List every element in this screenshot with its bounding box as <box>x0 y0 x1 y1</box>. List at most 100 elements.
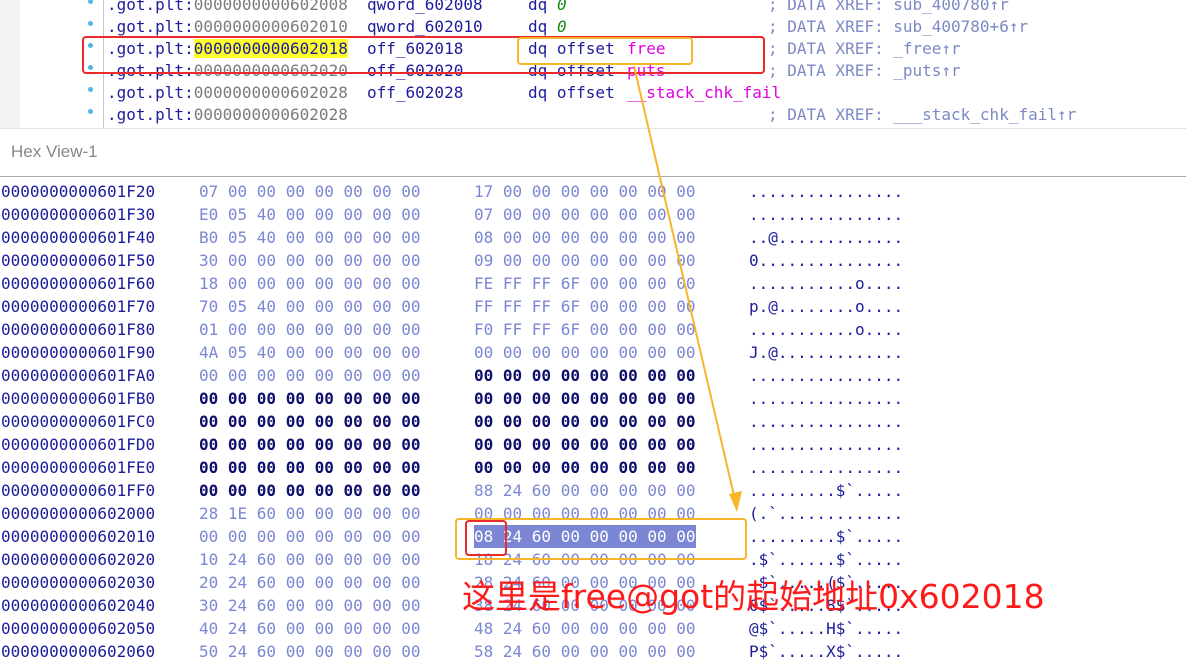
hex-address: 0000000000601FB0 <box>1 389 156 408</box>
hex-row[interactable]: 0000000000602060 50 24 60 00 00 00 00 00 5… <box>0 640 1186 663</box>
hex-address: 0000000000601F80 <box>1 320 156 339</box>
hex-address: 0000000000601FC0 <box>1 412 156 431</box>
hex-address: 0000000000601F30 <box>1 205 156 224</box>
disasm-line[interactable]: .got.plt:0000000000602028 ; DATA XREF: __… <box>0 104 1186 126</box>
hex-row[interactable]: 0000000000601F90 4A 05 40 00 00 00 00 00 0… <box>0 341 1186 364</box>
hex-bytes-low[interactable]: 70 05 40 00 00 00 00 00 <box>199 295 421 318</box>
xref-comment[interactable]: ; DATA XREF: sub_400780↑r <box>768 0 1009 16</box>
disasm-line[interactable]: .got.plt:0000000000602008 qword_602008 dq 0… <box>0 0 1186 16</box>
xref-comment[interactable]: ; DATA XREF: _puts↑r <box>768 60 961 82</box>
hex-row[interactable]: 0000000000601FB0 00 00 00 00 00 00 00 00 0… <box>0 387 1186 410</box>
hex-ascii: ................ <box>749 366 904 385</box>
hex-bytes-low[interactable]: 00 00 00 00 00 00 00 00 <box>199 387 421 410</box>
address[interactable]: 0000000000602008 <box>194 0 348 14</box>
hex-address: 0000000000601FF0 <box>1 481 156 500</box>
hex-row[interactable]: 0000000000601FF0 00 00 00 00 00 00 00 00 8… <box>0 479 1186 502</box>
hex-bytes-high[interactable]: 00 00 00 00 00 00 00 00 <box>474 410 696 433</box>
hex-bytes-low[interactable]: 40 24 60 00 00 00 00 00 <box>199 617 421 640</box>
hex-bytes-low[interactable]: B0 05 40 00 00 00 00 00 <box>199 226 421 249</box>
hex-bytes-high[interactable]: F0 FF FF 6F 00 00 00 00 <box>474 318 696 341</box>
hex-ascii: p.@........o.... <box>749 297 904 316</box>
hex-bytes-low[interactable]: 10 24 60 00 00 00 00 00 <box>199 548 421 571</box>
hex-ascii: ...........o.... <box>749 274 904 293</box>
hex-address: 0000000000602020 <box>1 550 156 569</box>
hexview-title: Hex View-1 <box>11 142 98 161</box>
hex-row[interactable]: 0000000000601F30 E0 05 40 00 00 00 00 00 0… <box>0 203 1186 226</box>
operand[interactable]: __stack_chk_fail <box>627 82 781 104</box>
hex-row[interactable]: 0000000000602050 40 24 60 00 00 00 00 00 4… <box>0 617 1186 640</box>
hex-bytes-low[interactable]: 4A 05 40 00 00 00 00 00 <box>199 341 421 364</box>
hex-address: 0000000000601F90 <box>1 343 156 362</box>
segment-address: .got.plt:0000000000602028 <box>107 82 348 104</box>
hex-address: 0000000000602030 <box>1 573 156 592</box>
address[interactable]: 0000000000602010 <box>194 17 348 36</box>
xref-comment[interactable]: ; DATA XREF: sub_400780+6↑r <box>768 16 1028 38</box>
hex-bytes-high[interactable]: 48 24 60 00 00 00 00 00 <box>474 617 696 640</box>
hex-row[interactable]: 0000000000601F80 01 00 00 00 00 00 00 00 F… <box>0 318 1186 341</box>
hex-row[interactable]: 0000000000601FD0 00 00 00 00 00 00 00 00 0… <box>0 433 1186 456</box>
hex-bytes-high[interactable]: 09 00 00 00 00 00 00 00 <box>474 249 696 272</box>
hex-row[interactable]: 0000000000601F20 07 00 00 00 00 00 00 00 1… <box>0 180 1186 203</box>
hex-ascii: .........$`..... <box>749 481 904 500</box>
line-marker-dot <box>88 87 93 92</box>
hex-bytes-low[interactable]: 28 1E 60 00 00 00 00 00 <box>199 502 421 525</box>
label-name[interactable]: off_602028 <box>367 82 463 104</box>
hex-bytes-low[interactable]: 30 24 60 00 00 00 00 00 <box>199 594 421 617</box>
hex-bytes-high[interactable]: 58 24 60 00 00 00 00 00 <box>474 640 696 663</box>
xref-comment[interactable]: ; DATA XREF: _free↑r <box>768 38 961 60</box>
hex-bytes-low[interactable]: 00 00 00 00 00 00 00 00 <box>199 433 421 456</box>
hex-bytes-low[interactable]: 07 00 00 00 00 00 00 00 <box>199 180 421 203</box>
hex-row[interactable]: 0000000000601F60 18 00 00 00 00 00 00 00 F… <box>0 272 1186 295</box>
disasm-line[interactable]: .got.plt:0000000000602010 qword_602010 dq 0… <box>0 16 1186 38</box>
hex-bytes-low[interactable]: 01 00 00 00 00 00 00 00 <box>199 318 421 341</box>
hex-bytes-low[interactable]: 00 00 00 00 00 00 00 00 <box>199 525 421 548</box>
hex-ascii: ................ <box>749 435 904 454</box>
xref-comment[interactable]: ; DATA XREF: ___stack_chk_fail↑r <box>768 104 1076 126</box>
hexview-tab[interactable]: Hex View-1 <box>0 128 1186 175</box>
hex-row[interactable]: 0000000000601FC0 00 00 00 00 00 00 00 00 0… <box>0 410 1186 433</box>
hex-bytes-high[interactable]: 08 00 00 00 00 00 00 00 <box>474 226 696 249</box>
segment-name: .got.plt: <box>107 105 194 124</box>
line-marker-dot <box>88 109 93 114</box>
hex-bytes-low[interactable]: 00 00 00 00 00 00 00 00 <box>199 364 421 387</box>
hex-row[interactable]: 0000000000601F40 B0 05 40 00 00 00 00 00 0… <box>0 226 1186 249</box>
hex-ascii: @$`.....H$`..... <box>749 619 904 638</box>
hex-address: 0000000000601F50 <box>1 251 156 270</box>
hex-bytes-low[interactable]: E0 05 40 00 00 00 00 00 <box>199 203 421 226</box>
hex-bytes-high[interactable]: 00 00 00 00 00 00 00 00 <box>474 364 696 387</box>
operand[interactable]: 0 <box>557 16 567 38</box>
hex-ascii: ...........o.... <box>749 320 904 339</box>
hex-address: 0000000000601F20 <box>1 182 156 201</box>
hex-bytes-high[interactable]: FF FF FF 6F 00 00 00 00 <box>474 295 696 318</box>
hex-row[interactable]: 0000000000601FE0 00 00 00 00 00 00 00 00 0… <box>0 456 1186 479</box>
hex-row[interactable]: 0000000000601FA0 00 00 00 00 00 00 00 00 0… <box>0 364 1186 387</box>
hex-bytes-low[interactable]: 20 24 60 00 00 00 00 00 <box>199 571 421 594</box>
operand[interactable]: 0 <box>557 0 567 16</box>
address[interactable]: 0000000000602028 <box>194 83 348 102</box>
hex-bytes-low[interactable]: 00 00 00 00 00 00 00 00 <box>199 479 421 502</box>
label-name[interactable]: qword_602008 <box>367 0 483 16</box>
label-name[interactable]: qword_602010 <box>367 16 483 38</box>
hex-bytes-high[interactable]: FE FF FF 6F 00 00 00 00 <box>474 272 696 295</box>
hex-bytes-high[interactable]: 00 00 00 00 00 00 00 00 <box>474 433 696 456</box>
disasm-line[interactable]: .got.plt:0000000000602028 off_602028 dq of… <box>0 82 1186 104</box>
hex-bytes-low[interactable]: 30 00 00 00 00 00 00 00 <box>199 249 421 272</box>
hex-bytes-low[interactable]: 18 00 00 00 00 00 00 00 <box>199 272 421 295</box>
line-marker-dot <box>88 0 93 4</box>
hex-row[interactable]: 0000000000601F50 30 00 00 00 00 00 00 00 0… <box>0 249 1186 272</box>
hex-bytes-high[interactable]: 07 00 00 00 00 00 00 00 <box>474 203 696 226</box>
hex-row[interactable]: 0000000000601F70 70 05 40 00 00 00 00 00 F… <box>0 295 1186 318</box>
hex-bytes-high[interactable]: 00 00 00 00 00 00 00 00 <box>474 456 696 479</box>
hex-bytes-low[interactable]: 00 00 00 00 00 00 00 00 <box>199 410 421 433</box>
hex-bytes-high[interactable]: 00 00 00 00 00 00 00 00 <box>474 387 696 410</box>
hex-bytes-low[interactable]: 00 00 00 00 00 00 00 00 <box>199 456 421 479</box>
hex-bytes-low[interactable]: 50 24 60 00 00 00 00 00 <box>199 640 421 663</box>
mnemonic: dq <box>528 17 548 36</box>
hex-bytes-high[interactable]: 17 00 00 00 00 00 00 00 <box>474 180 696 203</box>
hex-ascii: .$`......$`..... <box>749 550 904 569</box>
hex-ascii: 0............... <box>749 251 904 270</box>
hex-bytes-high[interactable]: 88 24 60 00 00 00 00 00 <box>474 479 696 502</box>
address[interactable]: 0000000000602028 <box>194 105 348 124</box>
hex-bytes-high[interactable]: 00 00 00 00 00 00 00 00 <box>474 341 696 364</box>
segment-address: .got.plt:0000000000602010 <box>107 16 348 38</box>
